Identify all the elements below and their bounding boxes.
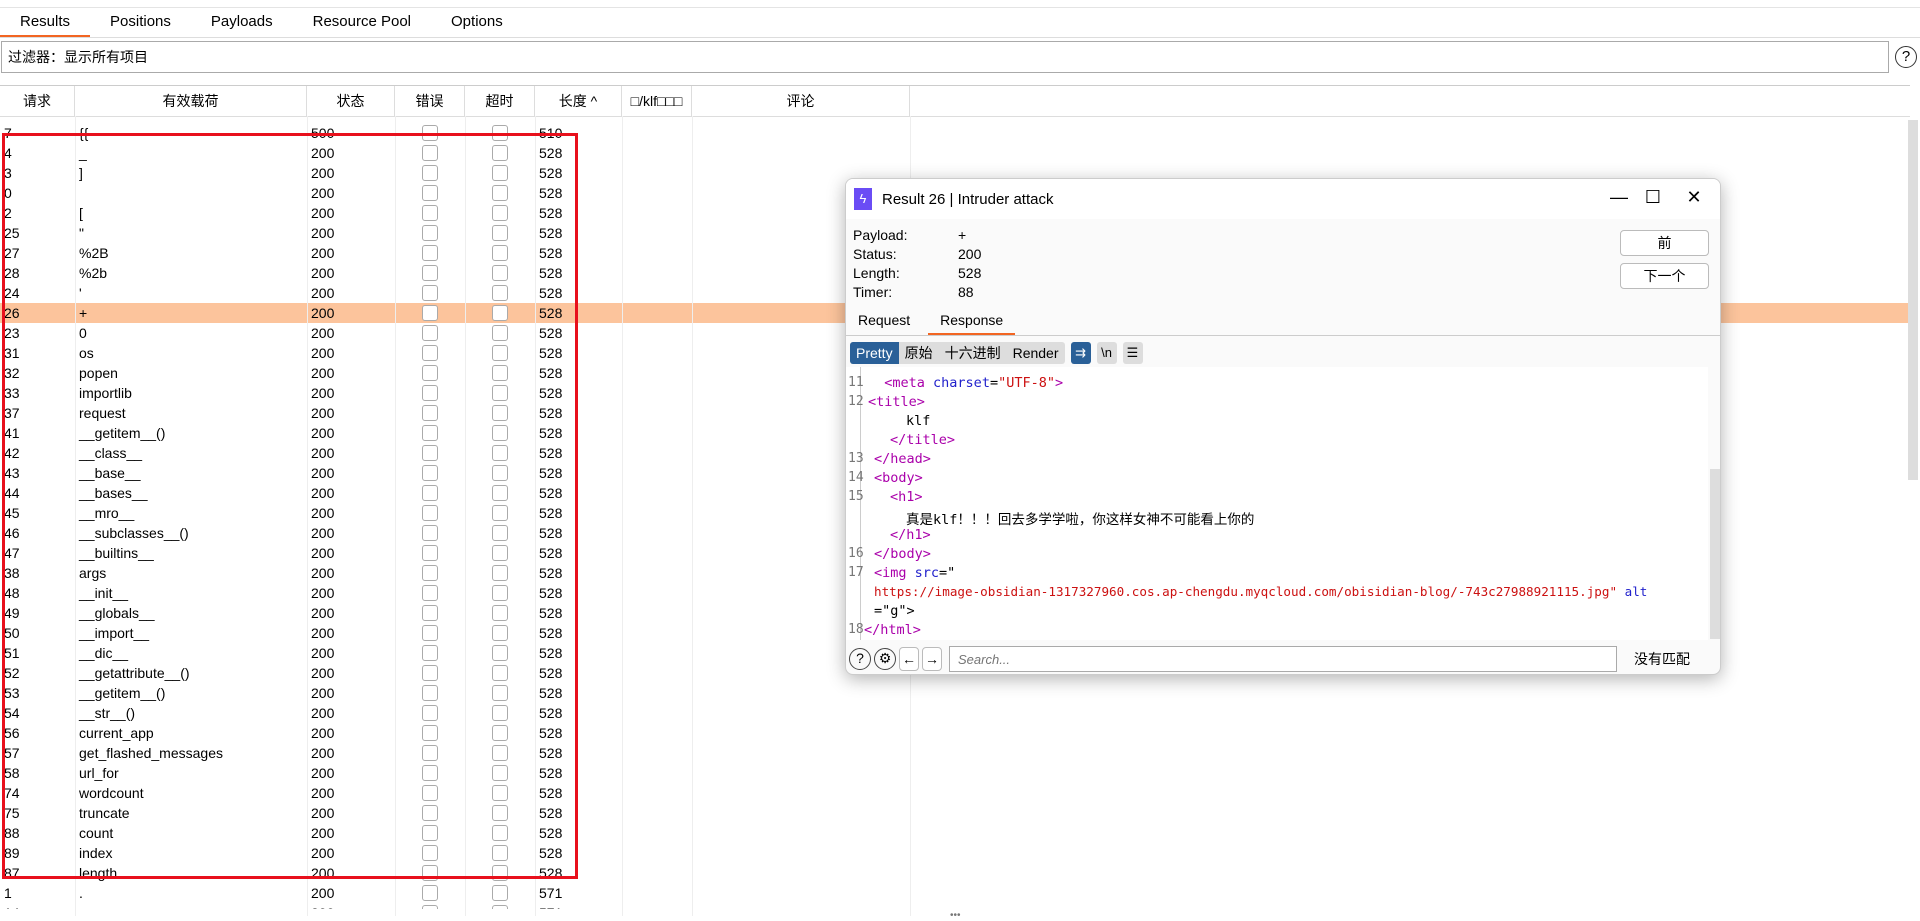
- code-token: <img: [874, 565, 915, 581]
- code-line: </h1>: [890, 527, 931, 543]
- code-line: ="g">: [874, 603, 915, 619]
- code-token: =": [939, 565, 956, 581]
- search-bar: ? ⚙ ← → 没有匹配: [846, 642, 1720, 674]
- code-token: >: [1055, 375, 1064, 391]
- cell-request: 14: [0, 903, 75, 909]
- table-row[interactable]: 14 , 200 571: [0, 903, 1910, 909]
- cell-payload: .: [79, 885, 83, 901]
- burp-lightning-icon: ϟ: [854, 188, 872, 210]
- help-icon[interactable]: ?: [1895, 46, 1917, 68]
- view-raw[interactable]: 原始: [899, 342, 939, 364]
- code-line: klf: [906, 413, 931, 429]
- code-token: https://image-obsidian-1317327960.cos.ap…: [874, 584, 1618, 599]
- tab-results[interactable]: Results: [0, 8, 91, 37]
- response-editor[interactable]: 11 <meta charset="UTF-8"> 12 <title> klf …: [846, 367, 1708, 640]
- cell-length: 571: [535, 903, 622, 909]
- view-render[interactable]: Render: [1007, 342, 1065, 364]
- search-input[interactable]: [949, 646, 1617, 672]
- minimize-icon[interactable]: —: [1604, 187, 1634, 208]
- view-hex[interactable]: 十六进制: [939, 342, 1007, 364]
- view-pretty[interactable]: Pretty: [850, 342, 899, 364]
- tab-resource-pool[interactable]: Resource Pool: [293, 8, 431, 37]
- code-token: <meta: [884, 375, 934, 391]
- code-line: 真是klf！！！回去多学学啦，你这样女神不可能看上你的: [906, 512, 1255, 528]
- code-token: alt: [1617, 584, 1648, 599]
- arrow-left-icon[interactable]: ←: [899, 647, 919, 671]
- gear-icon[interactable]: ⚙: [874, 648, 896, 670]
- filter-bar[interactable]: 过滤器：显示所有项目: [1, 41, 1889, 73]
- code-line: </head>: [874, 451, 931, 467]
- tab-positions[interactable]: Positions: [90, 8, 191, 37]
- main-tabs: Results Positions Payloads Resource Pool…: [0, 8, 1920, 38]
- result-dialog: ϟ Result 26 | Intruder attack — ☐ ✕ Payl…: [845, 178, 1721, 675]
- wrap-lines-icon[interactable]: ⇉: [1070, 342, 1091, 364]
- timeout-checkbox[interactable]: [492, 885, 508, 901]
- table-scrollbar[interactable]: [1908, 120, 1918, 480]
- code-token: "UTF-8": [998, 375, 1055, 391]
- view-toolbar: Pretty 原始 十六进制 Render ⇉ \n ☰: [850, 342, 1143, 364]
- tab-response[interactable]: Response: [928, 305, 1016, 335]
- length-value: 528: [958, 265, 982, 281]
- col-payload[interactable]: 有效载荷: [75, 86, 307, 116]
- maximize-icon[interactable]: ☐: [1638, 187, 1668, 208]
- code-line: </html>: [864, 622, 921, 638]
- previous-button[interactable]: 前: [1620, 230, 1709, 256]
- col-comment[interactable]: 评论: [692, 86, 910, 116]
- cell-length: 571: [539, 885, 563, 901]
- code-line: <title>: [868, 394, 925, 410]
- request-response-tabs: Request Response: [846, 305, 1720, 336]
- timeout-checkbox[interactable]: [492, 905, 508, 909]
- match-count: 没有匹配: [1634, 651, 1690, 667]
- payload-value: +: [958, 227, 967, 243]
- menu-icon[interactable]: ☰: [1122, 342, 1143, 364]
- tab-request[interactable]: Request: [846, 305, 922, 335]
- help-icon[interactable]: ?: [849, 648, 871, 670]
- result-info: Payload: + Status: 200 Length: 528 Timer: 88: [853, 226, 981, 302]
- code-line: <h1>: [890, 489, 923, 505]
- error-checkbox[interactable]: [422, 885, 438, 901]
- table-row[interactable]: 1 . 200 571: [0, 883, 1910, 903]
- table-header: 请求 有效载荷 状态 错误 超时 长度 ^ □/klf□□□ 评论: [0, 86, 1910, 117]
- cell-payload: ,: [75, 903, 307, 909]
- window-title-strip: [0, 0, 1920, 8]
- timer-value: 88: [958, 284, 974, 300]
- code-token: src: [914, 565, 940, 581]
- code-token: =: [989, 375, 999, 391]
- timer-label: Timer:: [853, 284, 893, 300]
- resize-handle[interactable]: •••: [950, 910, 961, 921]
- close-icon[interactable]: ✕: [1679, 187, 1709, 208]
- cell-status: 200: [307, 903, 395, 909]
- col-klf[interactable]: □/klf□□□: [622, 86, 692, 116]
- col-request[interactable]: 请求: [0, 86, 75, 116]
- error-checkbox[interactable]: [422, 905, 438, 909]
- tab-payloads[interactable]: Payloads: [191, 8, 293, 37]
- col-status[interactable]: 状态: [307, 86, 395, 116]
- dialog-titlebar: ϟ Result 26 | Intruder attack — ☐ ✕: [846, 179, 1720, 219]
- tab-options[interactable]: Options: [431, 8, 523, 37]
- highlight-box: [2, 133, 578, 879]
- code-line: <body>: [874, 470, 923, 486]
- status-label: Status:: [853, 246, 897, 262]
- col-timeout[interactable]: 超时: [465, 86, 535, 116]
- editor-scrollbar[interactable]: [1710, 469, 1720, 639]
- arrow-right-icon[interactable]: →: [922, 647, 942, 671]
- col-error[interactable]: 错误: [395, 86, 465, 116]
- next-button[interactable]: 下一个: [1620, 263, 1709, 289]
- code-line: </body>: [874, 546, 931, 562]
- code-token: charset: [933, 375, 990, 391]
- code-line: </title>: [890, 432, 956, 448]
- col-length[interactable]: 长度 ^: [535, 86, 622, 116]
- show-newlines-icon[interactable]: \n: [1096, 342, 1117, 364]
- cell-request: 1: [4, 885, 12, 901]
- dialog-title: Result 26 | Intruder attack: [882, 190, 1054, 208]
- payload-label: Payload:: [853, 227, 908, 243]
- cell-status: 200: [311, 885, 335, 901]
- status-value: 200: [958, 246, 982, 262]
- length-label: Length:: [853, 265, 900, 281]
